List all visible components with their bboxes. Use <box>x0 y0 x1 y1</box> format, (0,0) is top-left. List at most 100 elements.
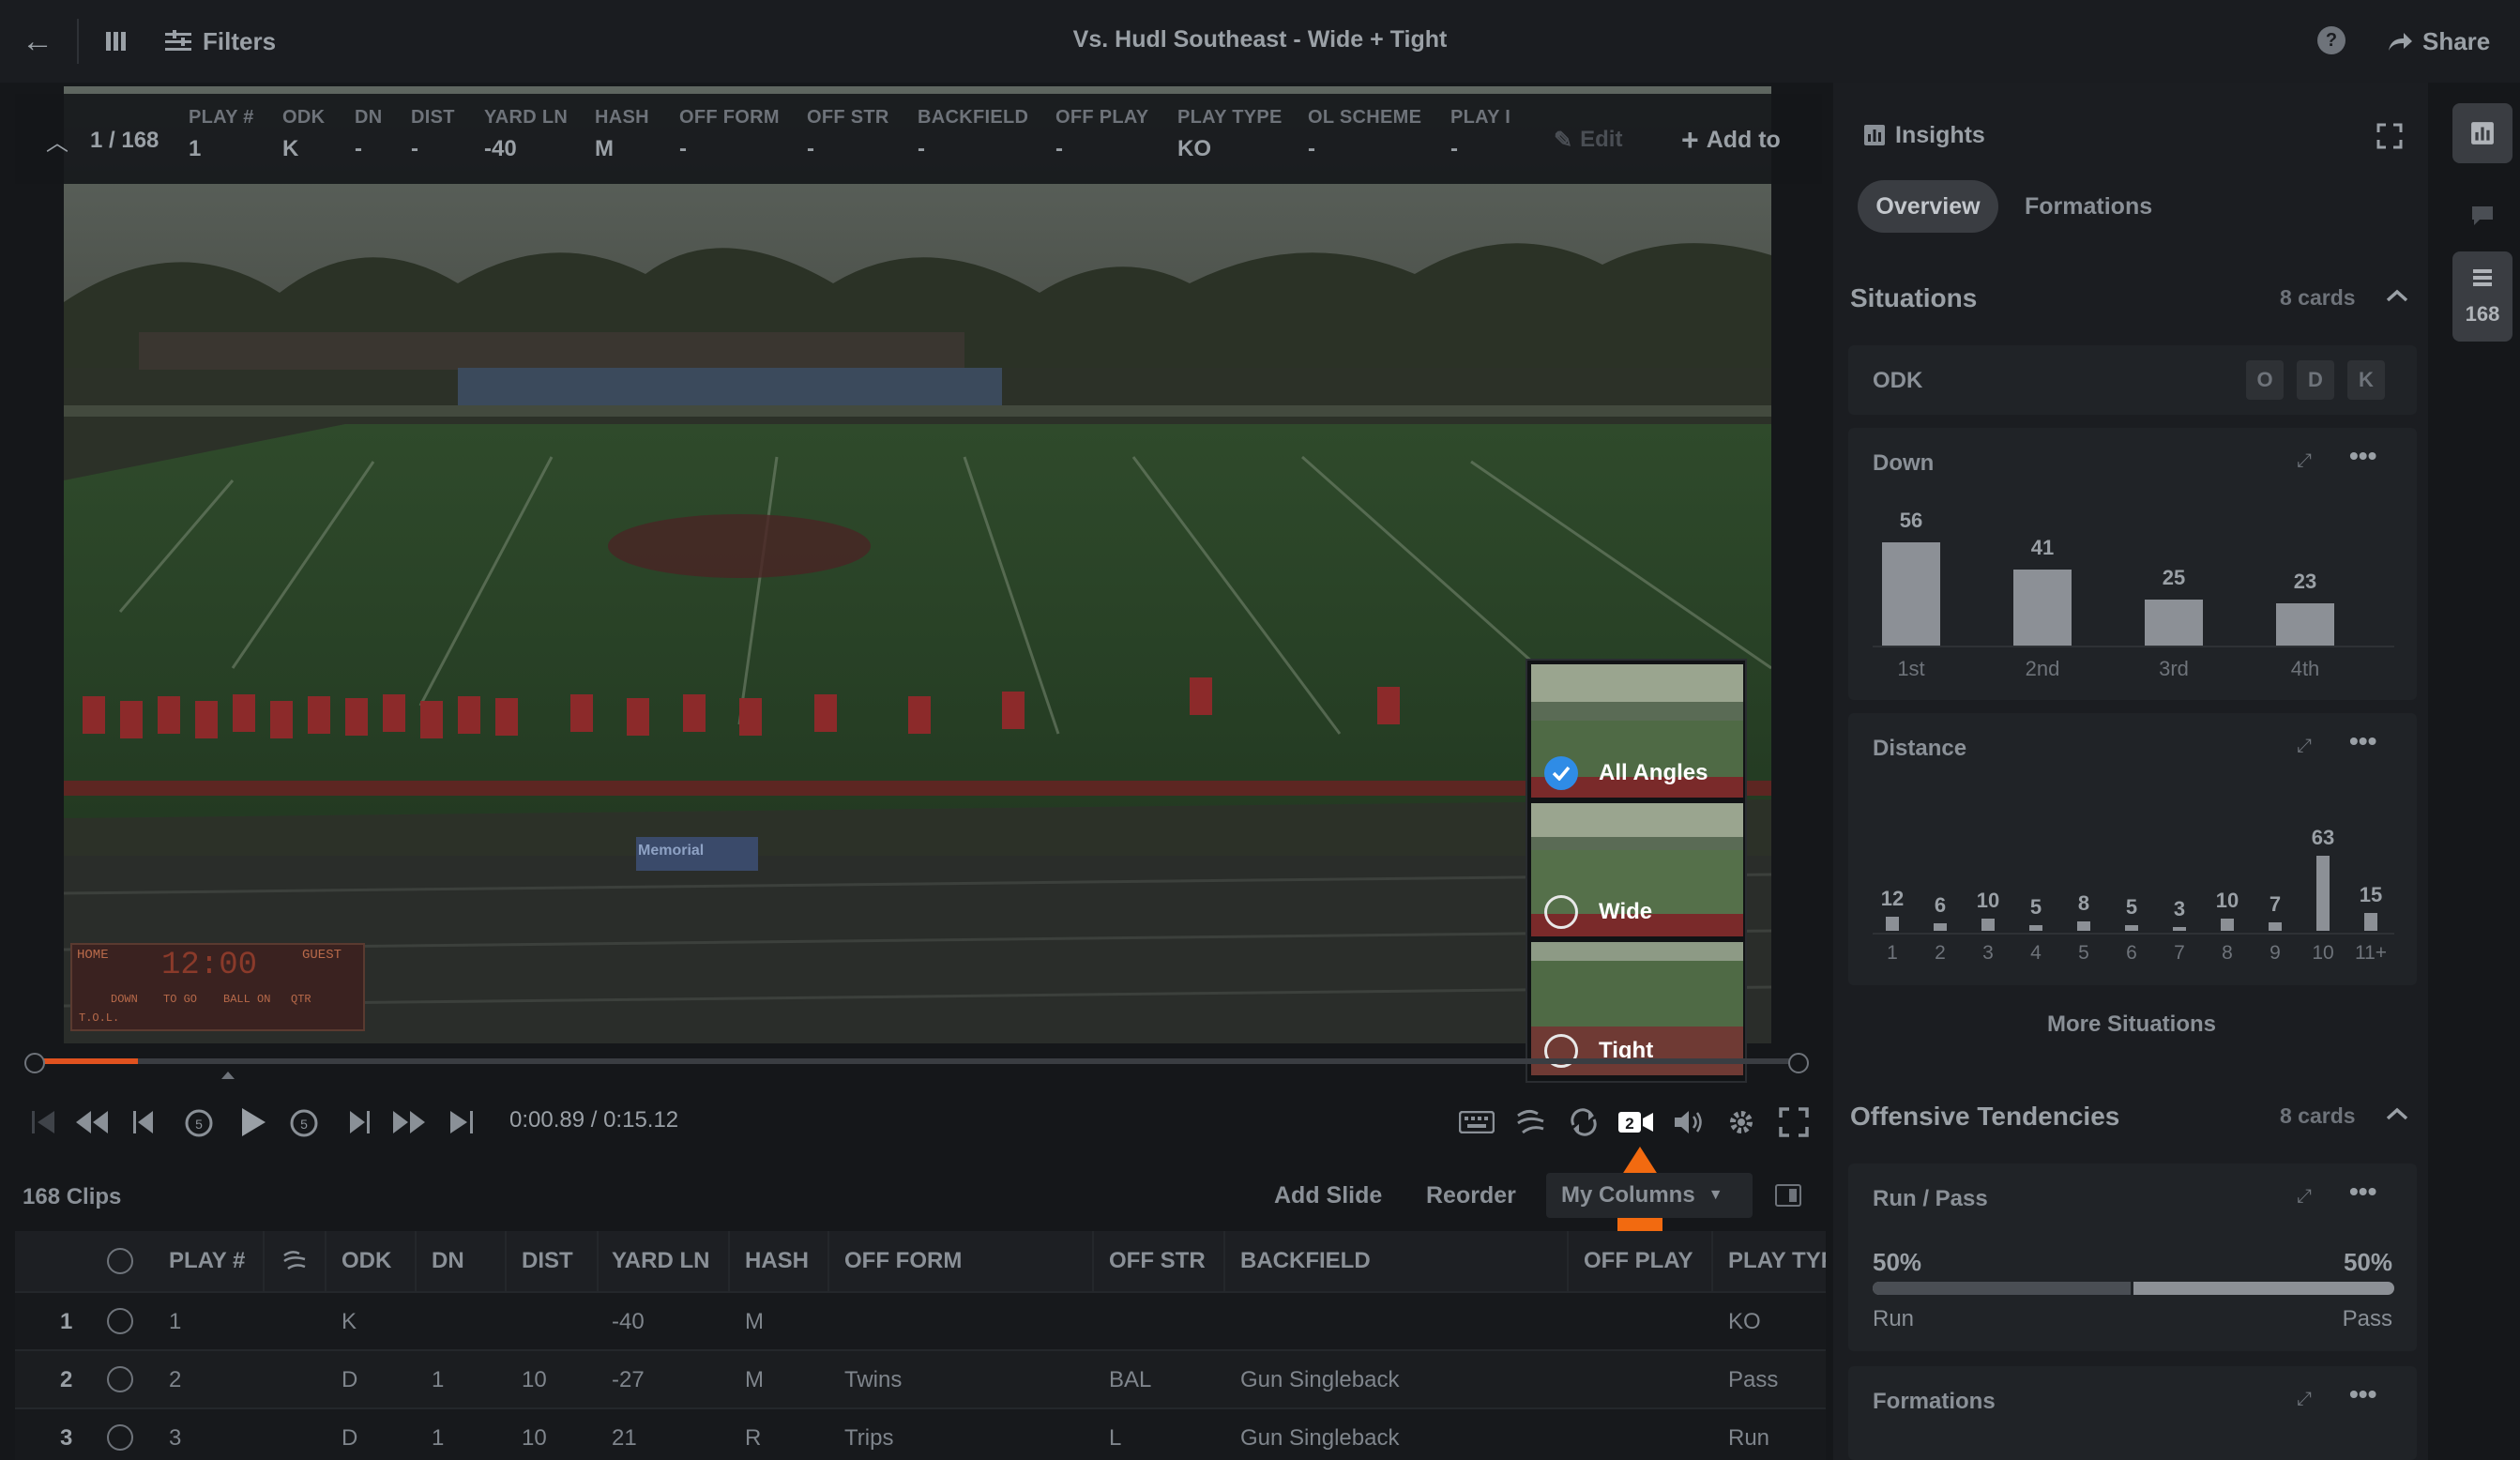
angle-option-wide[interactable]: Wide <box>1531 803 1743 936</box>
scoreboard-clock: 12:00 <box>161 948 258 983</box>
run-label: Run <box>1873 1306 1915 1331</box>
down-bar[interactable] <box>2013 570 2072 646</box>
down-bar[interactable] <box>2145 599 2203 646</box>
row-checkbox[interactable] <box>107 1366 133 1392</box>
add-slide-button[interactable]: Add Slide <box>1274 1182 1382 1209</box>
skip-to-end-icon[interactable] <box>441 1102 482 1143</box>
cell-hash: M <box>745 1309 764 1334</box>
tab-formations[interactable]: Formations <box>2025 193 2152 221</box>
loop-icon[interactable] <box>1563 1102 1604 1143</box>
pass-label: Pass <box>2342 1306 2392 1331</box>
col-header-play[interactable]: PLAY # <box>169 1231 245 1291</box>
side-panel-icon[interactable] <box>1775 1184 1801 1207</box>
scrub-end-handle[interactable] <box>1788 1053 1809 1073</box>
distance-bar[interactable] <box>2125 924 2138 931</box>
fast-forward-icon[interactable] <box>388 1102 430 1143</box>
col-header-odk[interactable]: ODK <box>342 1231 391 1291</box>
cell-yard: -40 <box>612 1309 645 1334</box>
col-header-off-str[interactable]: OFF STR <box>1109 1231 1206 1291</box>
camera-angle-icon[interactable]: 2 <box>1616 1102 1657 1143</box>
down-card: Down ⤢ ••• 56 1st 41 2nd 25 3rd 23 4th <box>1848 428 2417 700</box>
insights-title: Insights <box>1895 122 1985 148</box>
table-row[interactable]: 2 2 D 1 10 -27 M Twins BAL Gun Singlebac… <box>15 1349 1826 1407</box>
expand-card-icon[interactable]: ⤢ <box>2297 736 2312 757</box>
distance-bar[interactable] <box>2029 924 2042 931</box>
more-options-icon[interactable]: ••• <box>2349 1177 2376 1207</box>
col-header-off-form[interactable]: OFF FORM <box>844 1231 962 1291</box>
col-header-hash[interactable]: HASH <box>745 1231 809 1291</box>
more-options-icon[interactable]: ••• <box>2349 726 2376 756</box>
col-header-backfield[interactable]: BACKFIELD <box>1240 1231 1371 1291</box>
down-tick-label: 2nd <box>2025 657 2060 680</box>
share-button[interactable]: Share <box>2387 24 2490 58</box>
rewind-icon[interactable] <box>71 1102 113 1143</box>
distance-bar[interactable] <box>1934 923 1947 931</box>
video-frame[interactable]: HOME 12:00 GUEST DOWN TO GO BALL ON QTR … <box>64 86 1771 1043</box>
row-checkbox[interactable] <box>107 1424 133 1451</box>
volume-icon[interactable] <box>1668 1102 1709 1143</box>
more-options-icon[interactable]: ••• <box>2349 1379 2376 1409</box>
forward-5-icon[interactable]: 5 <box>283 1102 325 1143</box>
distance-bar[interactable] <box>1886 916 1899 931</box>
keyboard-icon[interactable] <box>1456 1102 1497 1143</box>
formations-card: Formations ⤢ ••• <box>1848 1366 2417 1460</box>
columns-dropdown[interactable]: My Columns ▼ <box>1546 1173 1753 1218</box>
play-icon[interactable] <box>233 1102 274 1143</box>
angle-option-all[interactable]: All Angles <box>1531 664 1743 798</box>
col-header-dist[interactable]: DIST <box>522 1231 573 1291</box>
distance-bar[interactable] <box>2316 856 2330 931</box>
help-icon[interactable]: ? <box>2317 26 2345 54</box>
odk-o-button[interactable]: O <box>2246 360 2284 400</box>
col-header-off-play[interactable]: OFF PLAY <box>1584 1231 1715 1291</box>
rail-playlist-button[interactable]: 168 <box>2452 251 2512 342</box>
scrub-bar[interactable] <box>34 1058 1799 1064</box>
settings-gear-icon[interactable] <box>1721 1102 1762 1143</box>
distance-bar[interactable] <box>2221 919 2234 931</box>
collapse-situations-icon[interactable] <box>2383 281 2411 310</box>
cell-off-str: BAL <box>1109 1367 1152 1392</box>
more-options-icon[interactable]: ••• <box>2349 441 2376 471</box>
down-bar[interactable] <box>2276 602 2334 646</box>
odk-k-button[interactable]: K <box>2347 360 2385 400</box>
distance-bar[interactable] <box>1981 919 1995 931</box>
select-all-checkbox[interactable] <box>107 1248 133 1274</box>
col-header-yard-ln[interactable]: YARD LN <box>612 1231 709 1291</box>
checkmark-icon <box>1544 756 1578 790</box>
table-row[interactable]: 1 1 K -40 M KO <box>15 1291 1826 1349</box>
expand-card-icon[interactable]: ⤢ <box>2297 1389 2312 1410</box>
col-header-dn[interactable]: DN <box>432 1231 464 1291</box>
scrub-start-handle[interactable] <box>24 1053 45 1073</box>
fullscreen-icon[interactable] <box>1773 1102 1814 1143</box>
table-row[interactable]: 3 3 D 1 10 21 R Trips L Gun Singleback R… <box>15 1407 1826 1460</box>
telestrate-icon[interactable] <box>1510 1102 1552 1143</box>
add-to-button[interactable]: + Add to <box>1681 123 1781 157</box>
replay-5-icon[interactable]: 5 <box>178 1102 220 1143</box>
edit-button[interactable]: ✎ Edit <box>1554 126 1622 154</box>
angle-label: All Angles <box>1599 760 1708 785</box>
distance-bar[interactable] <box>2364 912 2377 931</box>
distance-bar[interactable] <box>2269 922 2282 931</box>
skip-to-start-icon[interactable] <box>23 1102 64 1143</box>
expand-card-icon[interactable]: ⤢ <box>2297 1186 2312 1208</box>
reorder-button[interactable]: Reorder <box>1426 1182 1516 1209</box>
collapse-offensive-icon[interactable] <box>2383 1100 2411 1128</box>
step-forward-icon[interactable] <box>338 1102 379 1143</box>
distance-bar[interactable] <box>2173 927 2186 931</box>
comments-icon[interactable] <box>2464 197 2501 235</box>
expand-panel-icon[interactable] <box>2376 122 2404 150</box>
col-header-play-type[interactable]: PLAY TYPE <box>1728 1231 1826 1291</box>
tab-overview[interactable]: Overview <box>1858 180 1998 233</box>
offensive-count: 8 cards <box>2280 1103 2356 1128</box>
rail-insights-icon[interactable] <box>2452 103 2512 163</box>
info-play-type: PLAY TYPE KO <box>1177 107 1283 161</box>
expand-card-icon[interactable]: ⤢ <box>2297 450 2312 472</box>
row-checkbox[interactable] <box>107 1308 133 1334</box>
down-bar[interactable] <box>1882 542 1940 646</box>
chevron-up-icon[interactable]: ︿ <box>43 126 71 156</box>
distance-bar[interactable] <box>2077 920 2090 931</box>
angle-option-tight[interactable]: Tight <box>1531 942 1743 1075</box>
cell-play: 2 <box>169 1367 182 1392</box>
more-situations-button[interactable]: More Situations <box>2047 1011 2216 1038</box>
odk-d-button[interactable]: D <box>2297 360 2334 400</box>
step-back-icon[interactable] <box>124 1102 165 1143</box>
